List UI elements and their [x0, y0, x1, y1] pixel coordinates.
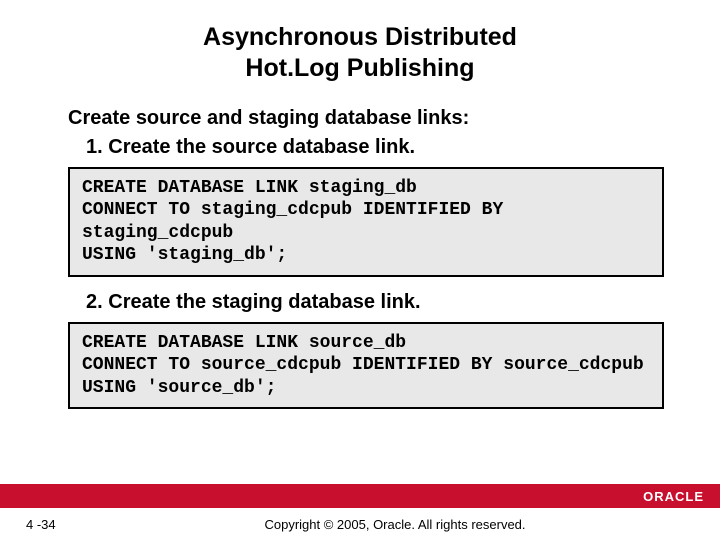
title-line-2: Hot.Log Publishing — [245, 54, 474, 82]
item-text: Create the source database link. — [108, 136, 415, 158]
footer-line: 4 -34 Copyright © 2005, Oracle. All righ… — [0, 508, 720, 540]
item-number: 1. — [86, 136, 103, 158]
item-number: 2. — [86, 291, 103, 313]
oracle-logo: ORACLE — [643, 489, 704, 504]
list-item: 2. Create the staging database link. — [86, 291, 664, 314]
footer-bar: ORACLE — [0, 484, 720, 508]
code-block: CREATE DATABASE LINK staging_db CONNECT … — [68, 167, 664, 277]
title-line-1: Asynchronous Distributed — [203, 23, 517, 51]
slide-title: Asynchronous Distributed Hot.Log Publish… — [0, 22, 720, 85]
slide: Asynchronous Distributed Hot.Log Publish… — [0, 0, 720, 540]
lead-text: Create source and staging database links… — [68, 107, 664, 130]
code-block: CREATE DATABASE LINK source_db CONNECT T… — [68, 322, 664, 410]
page-number: 4 -34 — [0, 517, 70, 532]
slide-body: Create source and staging database links… — [0, 107, 720, 485]
copyright-text: Copyright © 2005, Oracle. All rights res… — [70, 517, 720, 532]
list-item: 1. Create the source database link. — [86, 136, 664, 159]
item-text: Create the staging database link. — [108, 291, 420, 313]
